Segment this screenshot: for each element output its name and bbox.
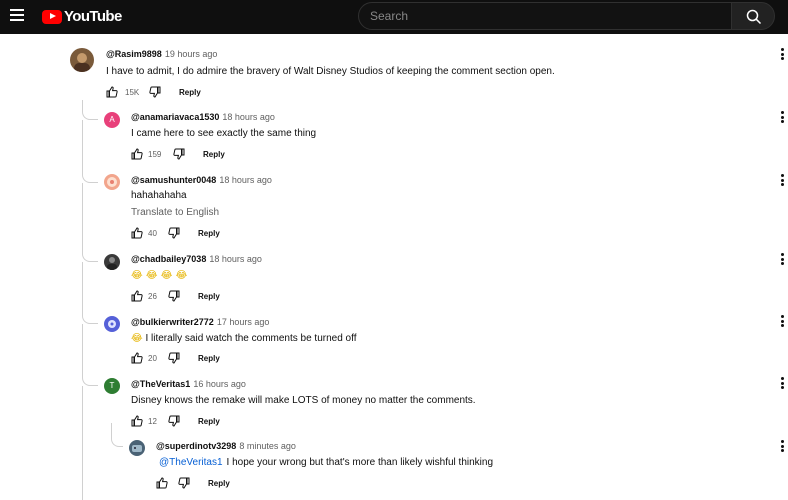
comment-timestamp[interactable]: 8 minutes ago <box>239 441 296 451</box>
thread-connector <box>82 262 98 324</box>
thread-connector <box>82 324 98 386</box>
more-actions-icon[interactable] <box>779 111 785 123</box>
avatar[interactable] <box>70 48 94 72</box>
comment-body: I hope your wrong but that's more than l… <box>226 457 494 468</box>
comment-author[interactable]: @Rasim9898 <box>106 49 162 59</box>
logo-text: YouTube <box>64 8 122 25</box>
like-count: 20 <box>148 354 157 363</box>
like-count: 15K <box>125 88 140 97</box>
menu-icon[interactable] <box>10 9 24 21</box>
search-input[interactable] <box>359 3 731 29</box>
comment-text: 😂 I literally said watch the comments be… <box>131 333 357 344</box>
search-icon <box>746 9 762 25</box>
comment-timestamp[interactable]: 18 hours ago <box>209 254 262 264</box>
thread-line <box>82 386 83 500</box>
top-bar: YouTube <box>0 0 788 34</box>
thread-connector <box>82 120 98 183</box>
comment-text: 😂 😂 😂 😂 <box>131 270 188 281</box>
thumbs-up-icon[interactable] <box>131 148 143 160</box>
laughing-emoji: 😂 <box>131 333 143 344</box>
thumbs-down-icon[interactable] <box>173 148 185 160</box>
more-actions-icon[interactable] <box>779 48 785 60</box>
thumbs-down-icon[interactable] <box>168 352 180 364</box>
thumbs-up-icon[interactable] <box>156 477 168 489</box>
reply-button[interactable]: Reply <box>208 479 230 488</box>
comment-author[interactable]: @chadbailey7038 <box>131 254 206 264</box>
avatar[interactable]: A <box>104 112 120 128</box>
comment-author[interactable]: @TheVeritas1 <box>131 379 190 389</box>
comment-timestamp[interactable]: 18 hours ago <box>222 112 275 122</box>
reply-button[interactable]: Reply <box>198 417 220 426</box>
comment-text: Disney knows the remake will make LOTS o… <box>131 395 476 406</box>
comment-timestamp[interactable]: 16 hours ago <box>193 379 246 389</box>
thumbs-down-icon[interactable] <box>149 86 161 98</box>
avatar[interactable] <box>129 440 145 456</box>
thumbs-up-icon[interactable] <box>131 290 143 302</box>
reply-button[interactable]: Reply <box>198 354 220 363</box>
mention-link[interactable]: @TheVeritas1 <box>159 457 223 468</box>
reply-button[interactable]: Reply <box>203 150 225 159</box>
comment-text: I came here to see exactly the same thin… <box>131 128 317 139</box>
comment-author[interactable]: @bulkierwriter2772 <box>131 317 214 327</box>
avatar[interactable] <box>104 316 120 332</box>
thread-connector <box>82 100 98 120</box>
thumbs-up-icon[interactable] <box>106 86 118 98</box>
thumbs-down-icon[interactable] <box>168 415 180 427</box>
thumbs-up-icon[interactable] <box>131 415 143 427</box>
more-actions-icon[interactable] <box>779 174 785 186</box>
comment-timestamp[interactable]: 18 hours ago <box>219 175 272 185</box>
comment-text: I have to admit, I do admire the bravery… <box>106 66 555 77</box>
like-count: 159 <box>148 150 162 159</box>
comment-timestamp[interactable]: 17 hours ago <box>217 317 270 327</box>
thread-connector <box>82 183 98 262</box>
thumbs-up-icon[interactable] <box>131 227 143 239</box>
more-actions-icon[interactable] <box>779 377 785 389</box>
like-count: 12 <box>148 417 157 426</box>
more-actions-icon[interactable] <box>779 315 785 327</box>
comment-author[interactable]: @samushunter0048 <box>131 175 216 185</box>
comment-timestamp[interactable]: 19 hours ago <box>165 49 218 59</box>
thumbs-up-icon[interactable] <box>131 352 143 364</box>
reply-button[interactable]: Reply <box>179 88 201 97</box>
thumbs-down-icon[interactable] <box>168 290 180 302</box>
thumbs-down-icon[interactable] <box>178 477 190 489</box>
search-box <box>358 2 732 30</box>
avatar[interactable] <box>104 174 120 190</box>
like-count: 26 <box>148 292 157 301</box>
comment-body: I literally said watch the comments be t… <box>145 333 357 344</box>
youtube-logo[interactable]: YouTube <box>42 8 122 25</box>
more-actions-icon[interactable] <box>779 253 785 265</box>
reply-button[interactable]: Reply <box>198 229 220 238</box>
comment-author[interactable]: @superdinotv3298 <box>156 441 236 451</box>
like-count: 40 <box>148 229 157 238</box>
comment-text: hahahahaha <box>131 190 187 201</box>
avatar[interactable]: T <box>104 378 120 394</box>
translate-link[interactable]: Translate to English <box>131 207 219 218</box>
comment-text: @TheVeritas1 I hope your wrong but that's… <box>159 457 493 468</box>
search-button[interactable] <box>731 2 775 30</box>
thumbs-down-icon[interactable] <box>168 227 180 239</box>
play-icon <box>42 9 62 24</box>
more-actions-icon[interactable] <box>779 440 785 452</box>
thread-connector <box>111 423 123 447</box>
avatar[interactable] <box>104 254 120 270</box>
reply-button[interactable]: Reply <box>198 292 220 301</box>
comment-author[interactable]: @anamariavaca1530 <box>131 112 219 122</box>
